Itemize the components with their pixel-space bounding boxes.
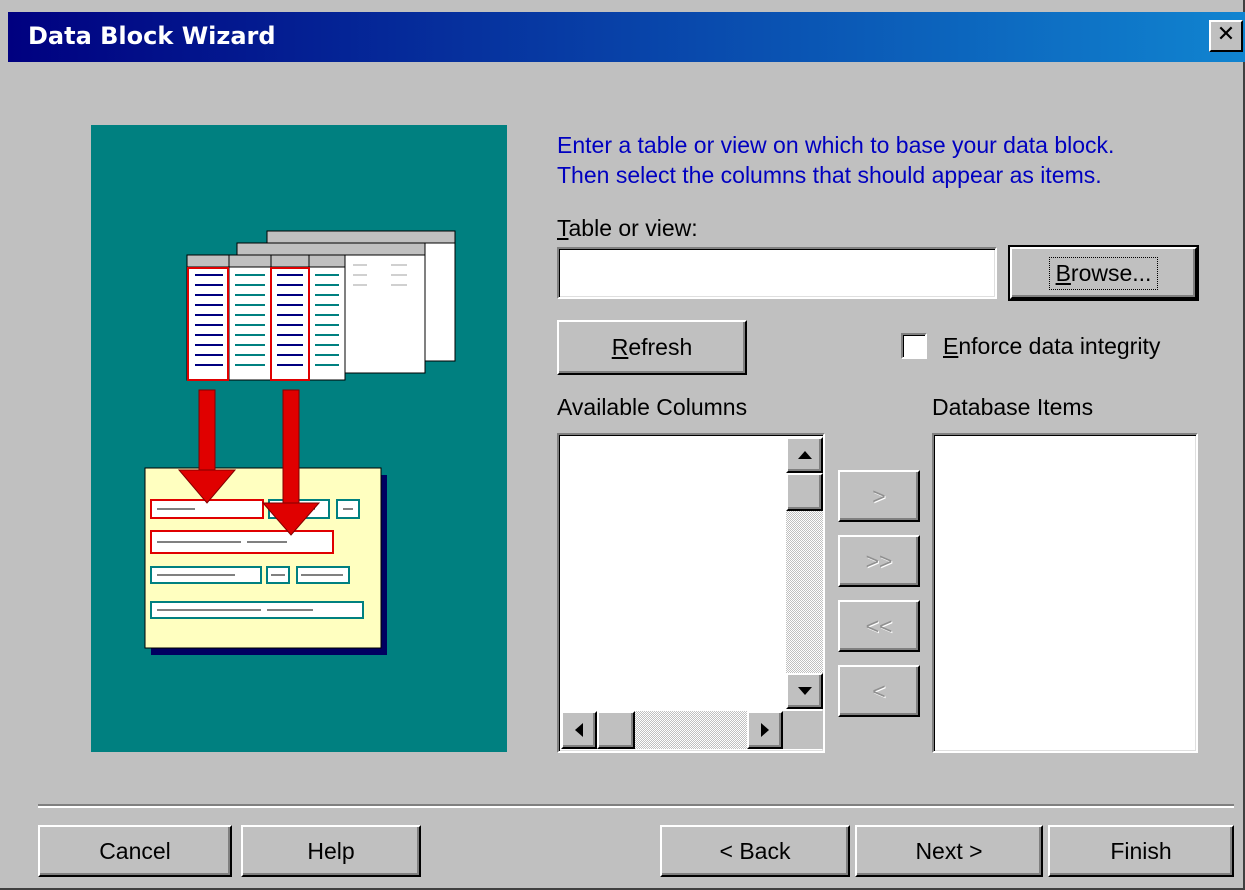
scroll-up-button[interactable] <box>786 437 823 473</box>
instructions-line-1: Enter a table or view on which to base y… <box>557 132 1115 158</box>
horizontal-scroll-thumb[interactable] <box>597 711 635 749</box>
cancel-button[interactable]: Cancel <box>38 825 232 877</box>
vertical-scroll-thumb[interactable] <box>786 473 823 511</box>
instructions-line-2: Then select the columns that should appe… <box>557 162 1102 188</box>
refresh-button[interactable]: Refresh <box>557 320 747 375</box>
finish-button[interactable]: Finish <box>1048 825 1234 877</box>
enforce-data-integrity-checkbox[interactable] <box>901 333 927 359</box>
next-button[interactable]: Next > <box>855 825 1043 877</box>
move-selected-left-button[interactable]: < <box>838 665 920 717</box>
scroll-up-arrow-icon <box>797 451 812 459</box>
scroll-right-button[interactable] <box>747 711 783 749</box>
scroll-left-arrow-icon <box>575 723 583 737</box>
database-items-list[interactable] <box>932 433 1198 753</box>
instructions-text: Enter a table or view on which to base y… <box>557 130 1217 190</box>
move-selected-right-button[interactable]: > <box>838 470 920 522</box>
scroll-down-arrow-icon <box>797 687 812 695</box>
scroll-down-button[interactable] <box>786 673 823 709</box>
database-items-label: Database Items <box>932 394 1094 420</box>
help-button[interactable]: Help <box>241 825 421 877</box>
scroll-right-arrow-icon <box>761 723 769 737</box>
wizard-window: Data Block Wizard ✕ Enter a table or vie… <box>0 0 1245 890</box>
wizard-illustration <box>91 125 507 752</box>
footer-divider <box>38 804 1234 808</box>
enforce-data-integrity-label[interactable]: Enforce data integrity <box>943 333 1160 360</box>
move-all-right-button[interactable]: >> <box>838 535 920 587</box>
scrollbar-corner <box>783 711 823 749</box>
back-button[interactable]: < Back <box>660 825 850 877</box>
close-icon[interactable]: ✕ <box>1209 20 1243 52</box>
available-columns-list[interactable] <box>557 433 825 753</box>
browse-button[interactable]: Browse... <box>1008 245 1199 301</box>
table-or-view-label: Table or view: <box>557 215 698 241</box>
table-or-view-input[interactable] <box>557 247 997 299</box>
title-bar[interactable]: Data Block Wizard ✕ <box>8 12 1245 62</box>
move-all-left-button[interactable]: << <box>838 600 920 652</box>
available-columns-label: Available Columns <box>557 394 748 420</box>
scroll-left-button[interactable] <box>561 711 597 749</box>
window-title: Data Block Wizard <box>28 22 276 50</box>
table-to-form-illustration <box>144 230 456 655</box>
